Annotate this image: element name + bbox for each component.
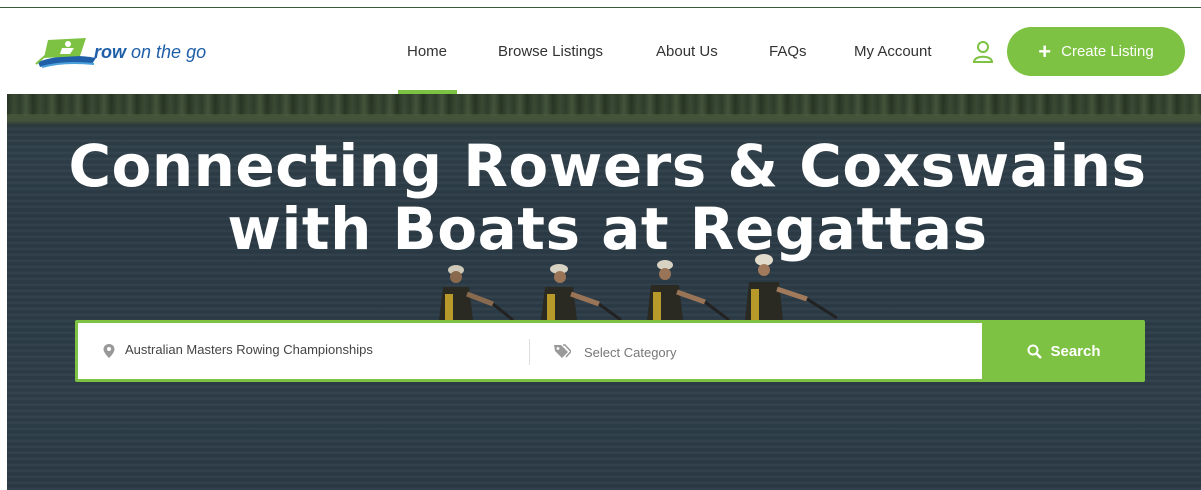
hero-banner: Connecting Rowers & Coxswains with Boats… xyxy=(7,94,1201,490)
location-input[interactable]: Australian Masters Rowing Championships xyxy=(125,342,373,357)
user-icon[interactable] xyxy=(972,40,994,64)
site-header: row on the go Home Browse Listings About… xyxy=(0,8,1201,94)
hero-title-line1: Connecting Rowers & Coxswains xyxy=(68,132,1147,200)
field-divider xyxy=(529,339,530,365)
hero-title-line2: with Boats at Regattas xyxy=(227,195,988,263)
category-select[interactable]: Select Category xyxy=(584,345,677,360)
nav-faqs[interactable]: FAQs xyxy=(769,43,807,60)
hero-title: Connecting Rowers & Coxswains with Boats… xyxy=(7,135,1201,261)
search-fields: Australian Masters Rowing Championships … xyxy=(78,323,982,379)
search-button[interactable]: Search xyxy=(983,320,1145,382)
create-listing-label: Create Listing xyxy=(1061,43,1154,60)
search-bar: Australian Masters Rowing Championships … xyxy=(75,320,1145,382)
tags-icon xyxy=(554,344,571,358)
nav-home[interactable]: Home xyxy=(407,43,447,60)
search-button-label: Search xyxy=(1050,342,1101,360)
logo-text: row on the go xyxy=(94,42,207,62)
map-pin-icon xyxy=(103,344,115,358)
create-listing-button[interactable]: + Create Listing xyxy=(1007,27,1185,76)
nav-browse-listings[interactable]: Browse Listings xyxy=(498,43,603,60)
nav-my-account[interactable]: My Account xyxy=(854,43,932,60)
plus-icon: + xyxy=(1038,38,1052,64)
nav-about-us[interactable]: About Us xyxy=(656,43,718,60)
site-logo[interactable]: row on the go xyxy=(34,34,224,70)
search-icon xyxy=(1027,344,1043,359)
